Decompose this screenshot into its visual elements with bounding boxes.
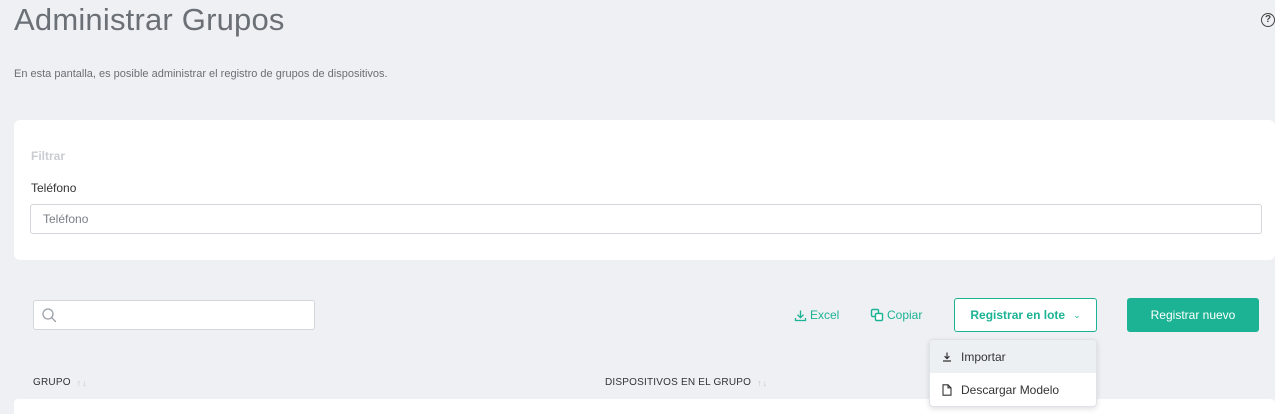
menu-item-download-template-label: Descargar Modelo	[961, 382, 1060, 397]
filter-card: Filtrar Teléfono	[14, 120, 1275, 260]
page-title: Administrar Grupos	[14, 2, 285, 37]
export-excel-label: Excel	[810, 308, 840, 322]
column-header-devices[interactable]: DISPOSITIVOS EN EL GRUPO ↑↓	[605, 377, 768, 388]
batch-register-button[interactable]: Registrar en lote ⌄	[954, 298, 1097, 332]
batch-register-label: Registrar en lote	[970, 308, 1066, 322]
menu-item-import-label: Importar	[961, 349, 1006, 364]
column-header-devices-label: DISPOSITIVOS EN EL GRUPO	[605, 377, 752, 388]
sort-icon[interactable]: ↑↓	[77, 378, 88, 388]
column-header-group[interactable]: GRUPO ↑↓	[33, 377, 88, 388]
copy-icon	[870, 308, 884, 322]
search-icon	[42, 308, 57, 323]
download-icon	[943, 352, 951, 362]
sort-icon[interactable]: ↑↓	[757, 378, 768, 388]
menu-item-import[interactable]: Importar	[930, 340, 1096, 373]
phone-input[interactable]	[30, 204, 1262, 234]
copy-button[interactable]: Copiar	[870, 306, 922, 324]
register-new-button[interactable]: Registrar nuevo	[1127, 298, 1259, 332]
phone-label: Teléfono	[31, 181, 77, 195]
manage-groups-page: Administrar Grupos ? En esta pantalla, e…	[0, 0, 1275, 414]
copy-label: Copiar	[887, 308, 923, 322]
download-icon	[794, 310, 807, 321]
export-excel-button[interactable]: Excel	[794, 306, 839, 324]
page-description: En esta pantalla, es posible administrar…	[14, 68, 388, 80]
file-icon	[942, 383, 952, 396]
table-search-input[interactable]	[62, 301, 312, 329]
table-search-box[interactable]	[33, 300, 315, 330]
column-header-group-label: GRUPO	[33, 377, 71, 388]
filter-title: Filtrar	[31, 149, 66, 163]
help-icon[interactable]: ?	[1261, 13, 1275, 27]
batch-register-menu: Importar Descargar Modelo	[929, 339, 1097, 407]
menu-item-download-template[interactable]: Descargar Modelo	[930, 373, 1096, 406]
chevron-down-icon: ⌄	[1073, 309, 1081, 320]
